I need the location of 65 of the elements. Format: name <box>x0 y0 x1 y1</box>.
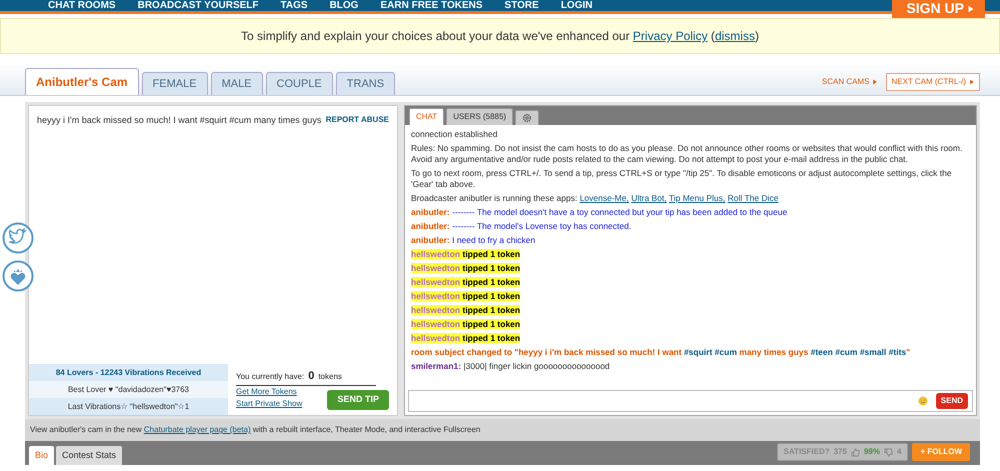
cam-tab[interactable]: FEMALE <box>142 72 208 95</box>
token-count: 0 <box>308 369 314 384</box>
app-link[interactable]: Roll The Dice <box>728 193 778 203</box>
token-label: You currently have: <box>236 371 304 383</box>
tip-message: hellswedton tipped 1 token <box>411 319 522 330</box>
dismiss-link[interactable]: dismiss <box>714 29 755 43</box>
caret-icon <box>872 78 878 85</box>
chat-message: anibutler: I need to fry a chicken <box>411 235 536 246</box>
nav-link[interactable]: STORE <box>504 0 539 11</box>
nav-link[interactable]: BROADCAST YOURSELF <box>138 0 259 11</box>
approval-percent: 99% <box>864 446 880 458</box>
caret-icon <box>967 5 975 14</box>
chat-message: anibutler: -------- The model's Lovense toy has connected. <box>411 221 632 232</box>
nav-link[interactable]: CHAT ROOMS <box>48 0 116 11</box>
gear-icon <box>522 113 532 123</box>
tip-message: hellswedton tipped 1 token <box>411 277 522 288</box>
privacy-policy-link[interactable]: Privacy Policy <box>632 29 708 43</box>
tip-message: hellswedton tipped 1 token <box>411 263 522 274</box>
chat-input[interactable]: SEND <box>408 390 973 412</box>
player-page-link[interactable]: Chaturbate player page (beta) <box>144 425 251 434</box>
tip-message: hellswedton tipped 1 token <box>411 305 522 316</box>
thumbs-up-icon[interactable] <box>850 448 860 456</box>
tip-message: hellswedton tipped 1 token <box>411 249 522 260</box>
chat-tab[interactable]: CHAT <box>409 108 444 125</box>
apps-notice: Broadcaster anibutler is running these apps: Lovense-Me, Ultra Bot, Tip Menu Plus, Roll The Dice <box>411 193 780 204</box>
chat-message: smilerman1: |3000| finger lickin gooooooooooooood <box>411 361 611 372</box>
chat-tab[interactable]: USERS (5885) <box>446 108 514 125</box>
report-abuse-link[interactable]: REPORT ABUSE <box>326 114 389 128</box>
caret-icon <box>969 78 975 85</box>
nav-link[interactable]: EARN FREE TOKENS <box>380 0 483 11</box>
nav-link[interactable]: BLOG <box>330 0 358 11</box>
cam-tab[interactable]: TRANS <box>336 72 396 95</box>
send-button[interactable]: SEND <box>936 393 968 409</box>
send-tip-button[interactable]: SEND TIP <box>327 390 389 410</box>
settings-tab[interactable] <box>515 110 540 125</box>
tip-message: hellswedton tipped 1 token <box>411 333 522 344</box>
stats-line: 84 Lovers - 12243 Vibrations Received <box>54 367 202 379</box>
room-subject: heyyy i I'm back missed so much! I want #squirt #cum many times guys <box>37 114 322 127</box>
subject-change-message: room subject changed to "heyyy i i'm back missed so much! I want #squirt #cum many times guys #teen #cum #small #tits" <box>411 347 912 358</box>
bio-tab[interactable]: Contest Stats <box>56 446 122 465</box>
thumbs-down-icon[interactable] <box>884 448 893 456</box>
tip-message: hellswedton tipped 1 token <box>411 291 522 302</box>
heart-crown-icon[interactable] <box>2 260 34 292</box>
cam-tab[interactable]: MALE <box>210 72 263 95</box>
player-note: View anibutler's cam in the new Chaturbate player page (beta) with a rebuilt interface, Theater Mode, and interactive Fullscreen <box>25 419 980 441</box>
twitter-icon[interactable] <box>2 222 34 254</box>
chat-notice: Rules: No spamming. Do not insist the cam hosts to do as you please. Do not announce other rooms or websites that would conflict with this room. Avoid any argumentative and/or rude posts related to the cam viewing. Do not attempt to post your e-mail address in the public chat. <box>411 143 964 165</box>
cam-tab[interactable]: COUPLE <box>266 72 333 95</box>
get-tokens-link[interactable]: Get More Tokens <box>236 386 302 398</box>
cam-tab[interactable]: Anibutler's Cam <box>25 68 139 95</box>
smiley-icon[interactable] <box>918 396 928 406</box>
chat-notice: To go to next room, press CTRL+/. To send a tip, press CTRL+S or type "/tip 25". To disable emoticons or adjust autocomplete settings, click the 'Gear' tab above. <box>411 168 953 190</box>
app-link[interactable]: Tip Menu Plus, <box>668 193 726 203</box>
bio-tab[interactable]: Bio <box>29 446 54 465</box>
chat-message: anibutler: -------- The model doesn't have a toy connected but your tip has been added to the queue <box>411 207 788 218</box>
next-cam-button[interactable]: NEXT CAM (CTRL-/) <box>886 73 980 91</box>
private-show-link[interactable]: Start Private Show <box>236 398 302 410</box>
app-link[interactable]: Ultra Bot, <box>631 193 667 203</box>
app-link[interactable]: Lovense-Me, <box>580 193 629 203</box>
token-unit: tokens <box>318 371 342 383</box>
stats-line: Last Vibrations☆ "hellswedton"☆1 <box>66 401 190 413</box>
notice-text: To simplify and explain your choices about your data we've enhanced our Privacy Policy (dismiss) <box>241 28 759 45</box>
chat-notice: connection established <box>411 129 498 140</box>
nav-link[interactable]: LOGIN <box>560 0 592 11</box>
nav-link[interactable]: TAGS <box>280 0 308 11</box>
